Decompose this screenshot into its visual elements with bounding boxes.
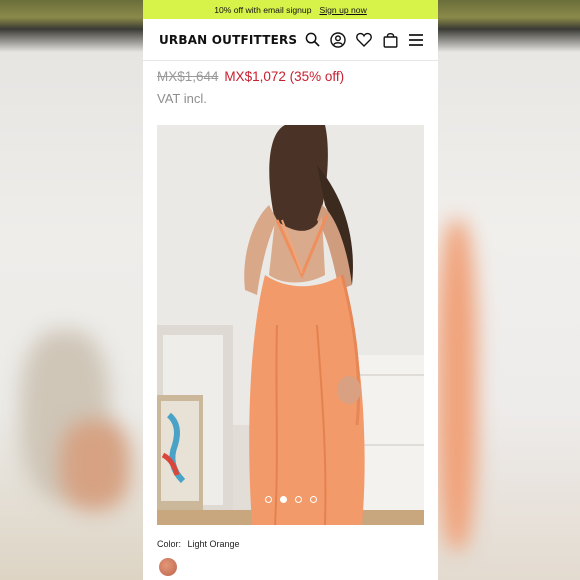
color-swatch[interactable] — [159, 558, 177, 576]
header-icons — [304, 31, 424, 48]
account-icon[interactable] — [330, 31, 346, 48]
site-header: URBAN OUTFITTERS — [143, 19, 438, 61]
bag-icon[interactable] — [382, 32, 398, 48]
gallery-dots — [157, 496, 424, 503]
product-image[interactable] — [157, 125, 424, 525]
color-value: Light Orange — [187, 539, 240, 549]
logo[interactable]: URBAN OUTFITTERS — [159, 32, 297, 47]
gallery-dot-4[interactable] — [309, 496, 317, 503]
blurred-backdrop-right — [437, 0, 580, 580]
gallery-dot-2[interactable] — [279, 496, 287, 503]
sign-up-link[interactable]: Sign up now — [319, 5, 366, 15]
menu-icon[interactable] — [408, 32, 424, 48]
sale-price: MX$1,072 (35% off) — [224, 69, 345, 84]
heart-icon[interactable] — [356, 32, 372, 48]
product-photo — [157, 125, 424, 525]
phone-screen: 10% off with email signup Sign up now UR… — [143, 0, 438, 580]
vat-note: VAT incl. — [157, 91, 207, 106]
gallery-dot-3[interactable] — [294, 496, 302, 503]
search-icon[interactable] — [304, 32, 320, 48]
gallery-dot-1[interactable] — [264, 496, 272, 503]
promo-text: 10% off with email signup — [214, 4, 312, 15]
price-row: MX$1,644 MX$1,072 (35% off) — [143, 61, 438, 84]
original-price: MX$1,644 — [157, 69, 219, 84]
color-row: Color: Light Orange — [157, 539, 240, 549]
promo-banner: 10% off with email signup Sign up now — [143, 0, 438, 19]
color-label: Color: — [157, 539, 182, 549]
blurred-backdrop-left — [0, 0, 143, 580]
